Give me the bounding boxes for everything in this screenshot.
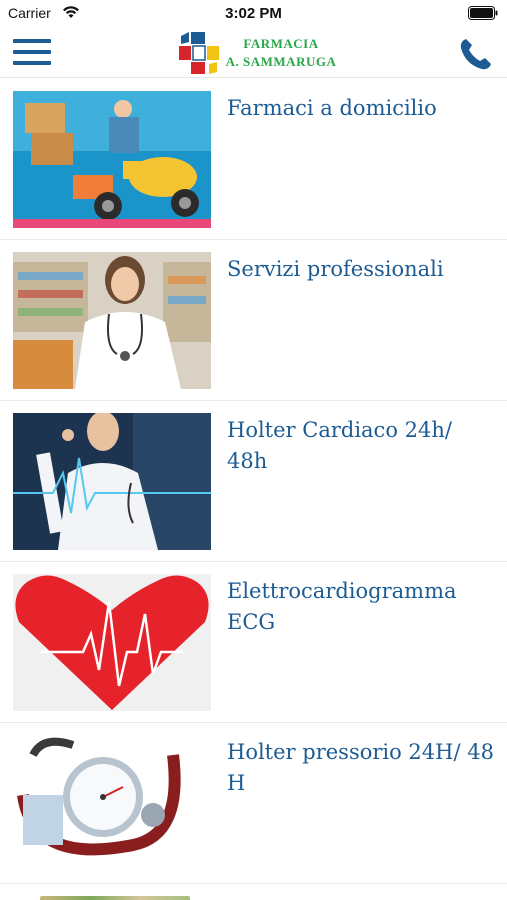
item-title: Holter pressorio 24H/ 48 H: [227, 740, 494, 795]
item-title: Holter Cardiaco 24h/ 48h: [227, 418, 452, 473]
list-item-elettrocardiogramma[interactable]: Elettrocardiogramma ECG: [0, 562, 507, 723]
delivery-scooter-image: [13, 91, 211, 228]
item-title: Servizi professionali: [227, 257, 444, 281]
pharmacist-image: [13, 252, 211, 389]
phone-icon[interactable]: [457, 35, 495, 73]
list-item-servizi-professionali[interactable]: Servizi professionali: [0, 240, 507, 401]
app-header: FARMACIA A. SAMMARUGA: [0, 28, 507, 78]
blood-pressure-gauge-image: [13, 735, 211, 872]
list-item-partial[interactable]: [0, 884, 507, 900]
hamburger-menu-icon[interactable]: [13, 39, 51, 65]
list-item-holter-pressorio[interactable]: Holter pressorio 24H/ 48 H: [0, 723, 507, 884]
logo-text-line2: A. SAMMARUGA: [225, 54, 337, 69]
services-list: Farmaci a domicilio Servizi professional…: [0, 79, 507, 900]
partial-thumbnail-image: [40, 896, 190, 900]
item-title: Elettrocardiogramma ECG: [227, 579, 457, 634]
battery-icon: [468, 6, 498, 20]
list-item-holter-cardiaco[interactable]: Holter Cardiaco 24h/ 48h: [0, 401, 507, 562]
logo-text-line1: FARMACIA: [243, 36, 319, 51]
pharmacy-cross-logo-icon: [179, 32, 219, 74]
item-title: Farmaci a domicilio: [227, 96, 437, 120]
list-item-farmaci-a-domicilio[interactable]: Farmaci a domicilio: [0, 79, 507, 240]
pharmacy-logo: FARMACIA A. SAMMARUGA: [177, 30, 342, 76]
status-time: 3:02 PM: [225, 5, 282, 22]
status-bar: Carrier 3:02 PM: [0, 0, 507, 28]
heart-ecg-image: [13, 574, 211, 711]
doctor-ecg-image: [13, 413, 211, 550]
